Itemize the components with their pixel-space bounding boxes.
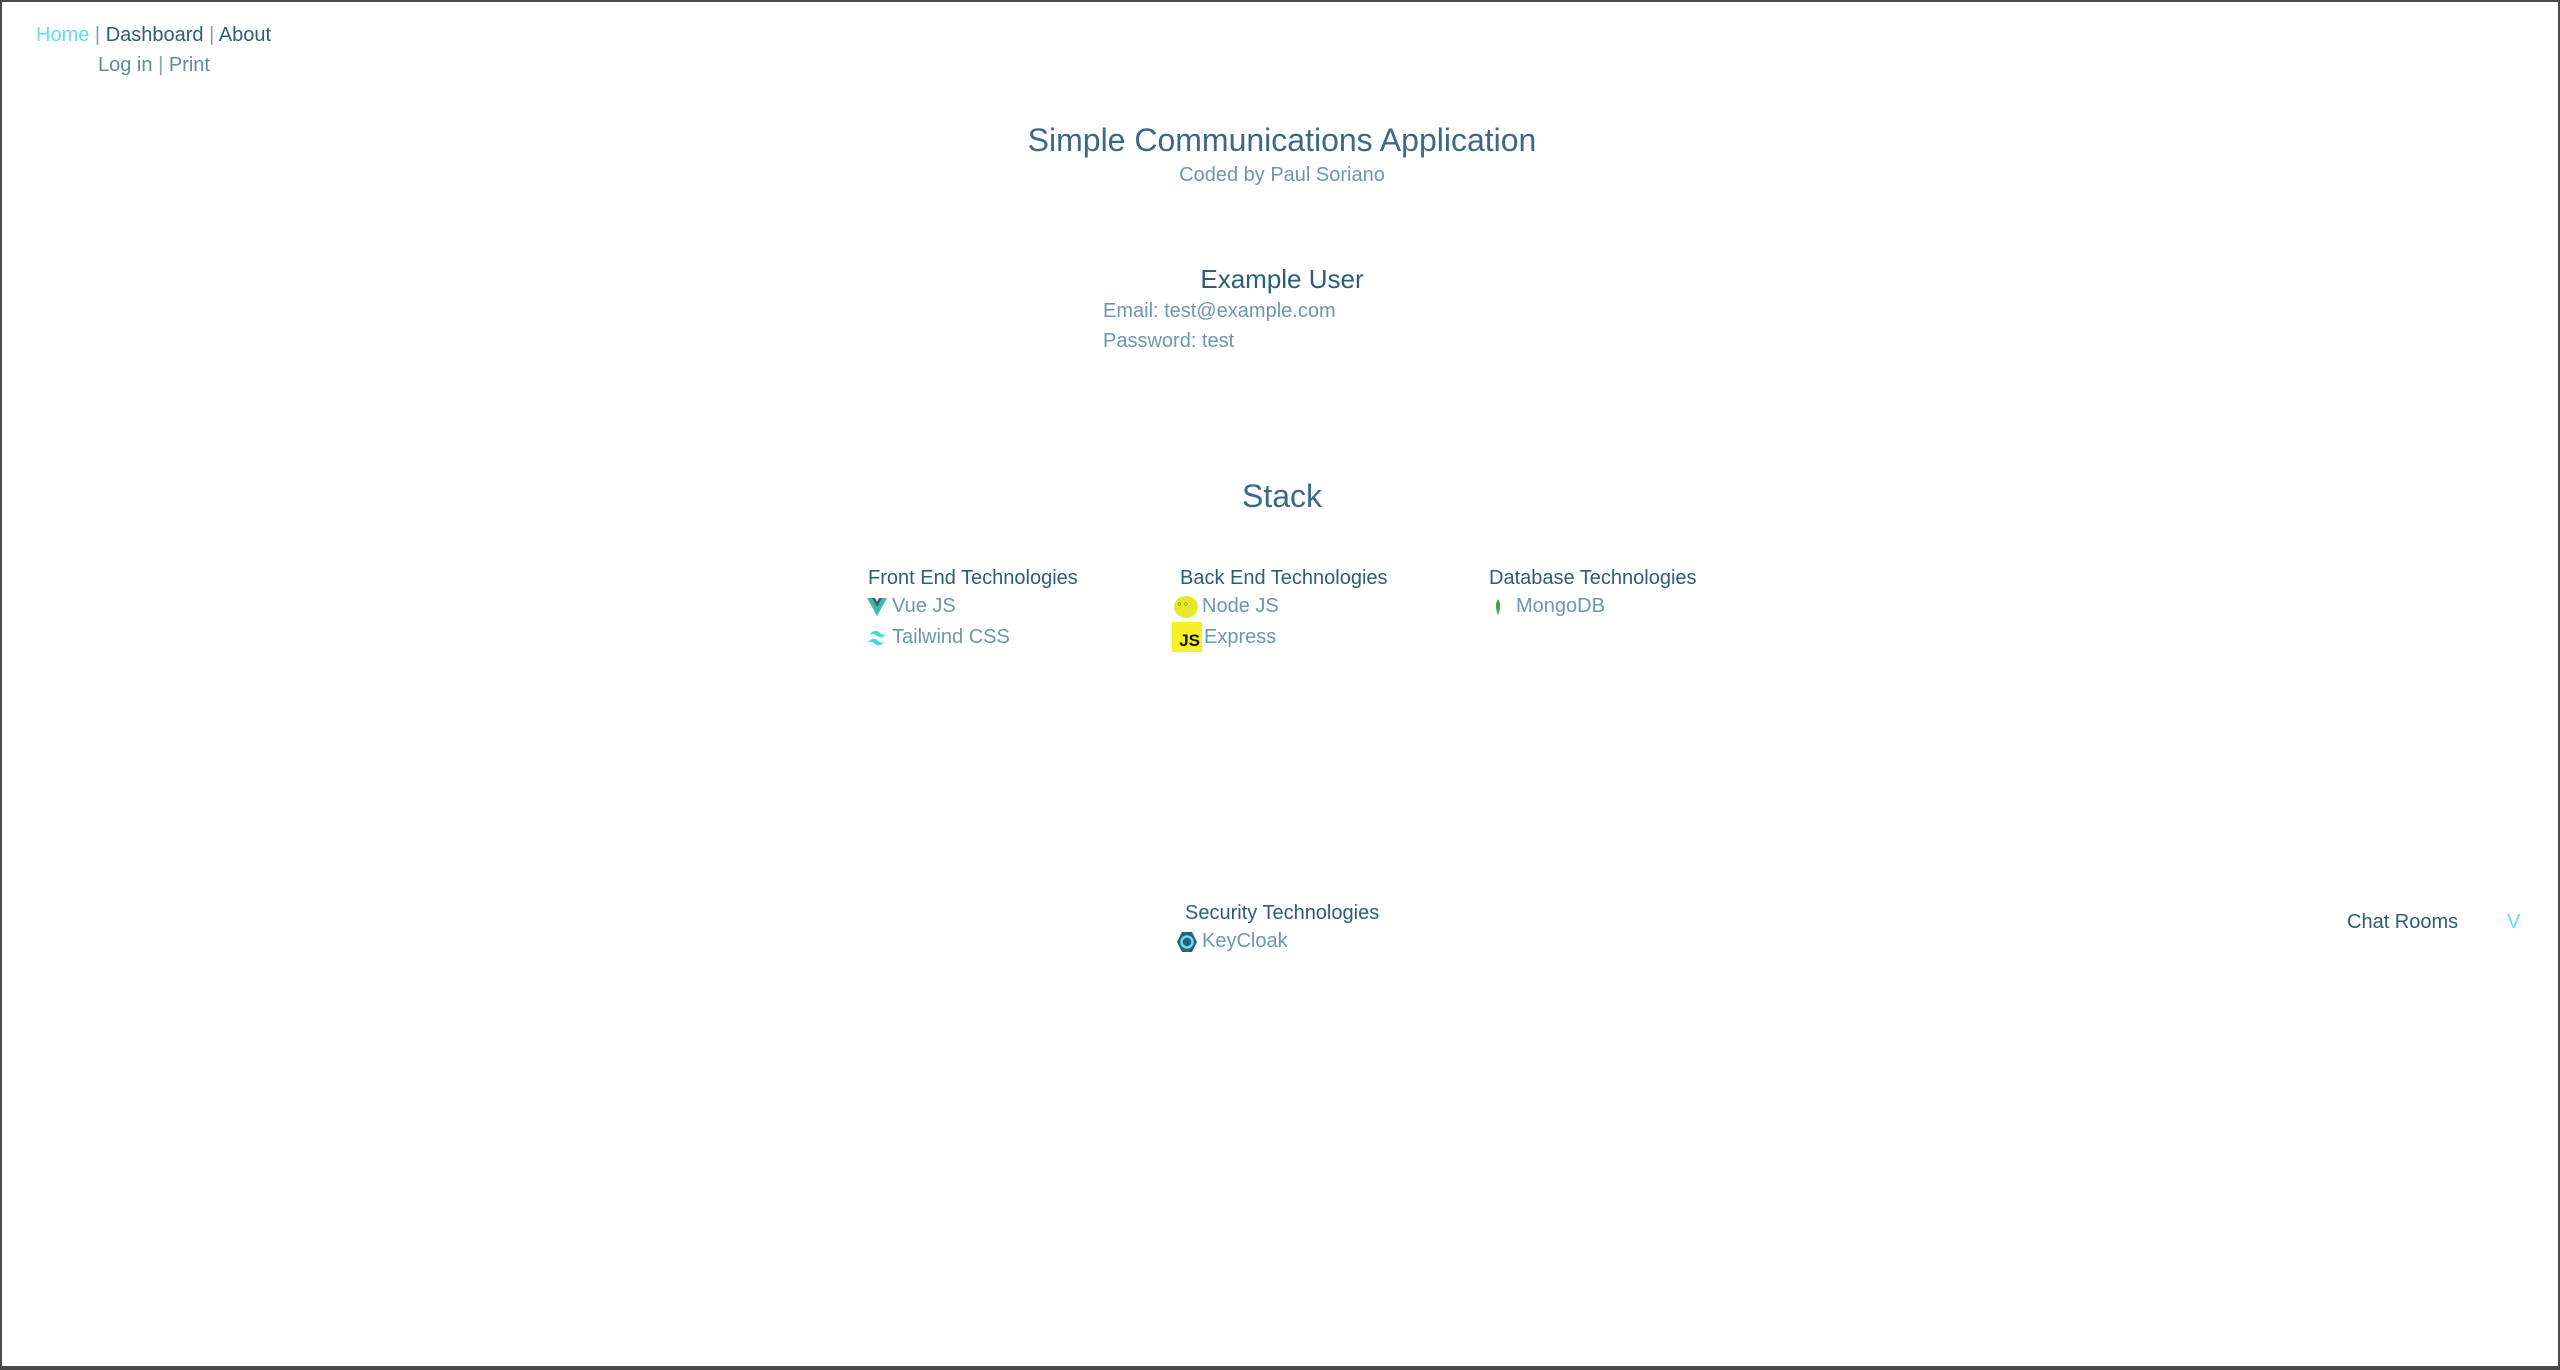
keycloak-icon xyxy=(1176,931,1198,953)
stack-item-node: Node JS xyxy=(1174,595,1279,618)
nav-print-link[interactable]: Print xyxy=(169,54,210,76)
stack-item-express: JS Express xyxy=(1172,622,1276,652)
stack-item-label: Vue JS xyxy=(892,595,956,617)
stack-item-label: Tailwind CSS xyxy=(892,626,1010,648)
front-end-heading: Front End Technologies xyxy=(868,567,1078,589)
node-icon xyxy=(1174,595,1198,618)
primary-nav: Home | Dashboard | About xyxy=(36,24,271,47)
nav-dashboard-link[interactable]: Dashboard xyxy=(106,24,204,46)
example-user-email: Email: test@example.com xyxy=(1103,300,1336,322)
mongodb-icon xyxy=(1490,596,1512,618)
nav-home-link[interactable]: Home xyxy=(36,24,89,46)
page-title: Simple Communications Application xyxy=(1027,122,1537,158)
stack-item-vue: Vue JS xyxy=(866,595,956,618)
tailwind-icon xyxy=(866,627,888,649)
page-subtitle: Coded by Paul Soriano xyxy=(1179,164,1385,186)
stack-item-tailwind: Tailwind CSS xyxy=(866,626,1010,649)
nav-separator: | xyxy=(158,54,164,76)
vue-icon xyxy=(866,596,888,618)
nav-login-link[interactable]: Log in xyxy=(98,54,153,76)
stack-item-label: MongoDB xyxy=(1516,595,1605,617)
nav-about-link[interactable]: About xyxy=(219,24,271,46)
chat-rooms-toggle[interactable]: Chat Rooms xyxy=(2347,911,2458,934)
example-user-password: Password: test xyxy=(1103,330,1235,352)
js-icon: JS xyxy=(1172,622,1202,652)
security-heading: Security Technologies xyxy=(1185,902,1380,924)
stack-item-keycloak: KeyCloak xyxy=(1176,930,1288,953)
stack-heading: Stack xyxy=(1241,478,1323,514)
stack-item-label: KeyCloak xyxy=(1202,930,1288,952)
chevron-down-icon[interactable]: V xyxy=(2507,911,2520,934)
database-heading: Database Technologies xyxy=(1489,567,1697,589)
stack-item-mongodb: MongoDB xyxy=(1490,595,1605,618)
nav-separator: | xyxy=(209,24,215,46)
stack-item-label: Express xyxy=(1204,625,1277,648)
back-end-heading: Back End Technologies xyxy=(1180,567,1388,589)
secondary-nav: Log in | Print xyxy=(98,54,210,77)
example-user-heading: Example User xyxy=(1200,264,1364,294)
nav-separator: | xyxy=(94,24,101,46)
stack-item-label: Node JS xyxy=(1202,595,1279,617)
